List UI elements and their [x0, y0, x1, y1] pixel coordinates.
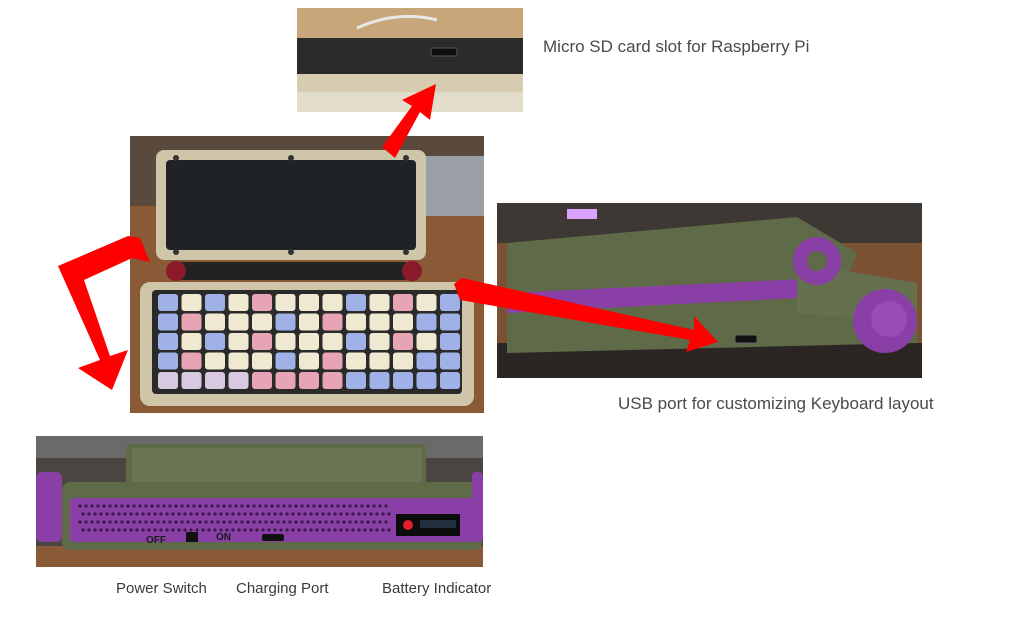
arrow-to-sd-slot-icon — [382, 84, 436, 158]
arrow-to-usb-port-icon — [454, 278, 718, 352]
arrow-overlay — [58, 84, 718, 390]
arrow-to-back-panel-icon — [58, 236, 150, 390]
